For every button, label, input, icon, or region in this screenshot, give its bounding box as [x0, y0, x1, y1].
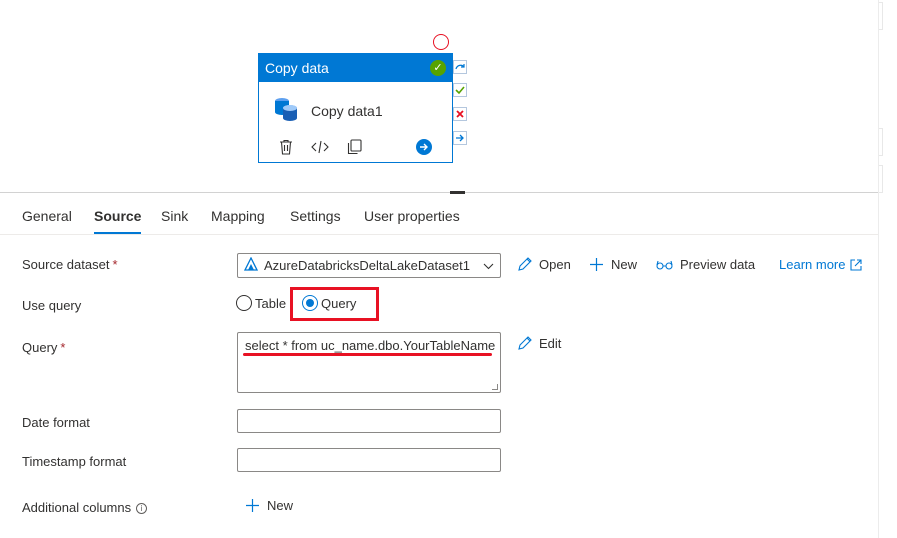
add-column-label: New: [267, 498, 294, 513]
panel-resize-handle[interactable]: [450, 191, 465, 194]
source-dataset-dropdown[interactable]: AzureDatabricksDeltaLakeDataset1: [237, 253, 501, 278]
pipeline-canvas[interactable]: Copy data ✓ Copy data1: [0, 0, 878, 192]
source-dataset-label: Source dataset *: [22, 257, 118, 272]
info-icon[interactable]: i: [136, 503, 148, 514]
additional-columns-label: Additional columns i: [22, 500, 148, 515]
new-dataset-label: New: [611, 257, 638, 272]
new-dataset-button[interactable]: New: [589, 257, 637, 272]
plus-icon: [590, 258, 603, 271]
query-underline-annotation: [243, 353, 492, 356]
preview-data-label: Preview data: [680, 257, 756, 272]
query-text: select * from uc_name.dbo.YourTableName: [245, 338, 496, 353]
query-textarea[interactable]: select * from uc_name.dbo.YourTableName: [237, 332, 501, 393]
activity-name: Copy data1: [311, 102, 383, 119]
success-check-icon: ✓: [430, 60, 446, 76]
clone-icon[interactable]: [343, 138, 365, 156]
annotation-circle: [433, 34, 449, 50]
database-copy-icon: [273, 96, 299, 125]
learn-more-link[interactable]: Learn more: [779, 257, 869, 272]
preview-data-button[interactable]: Preview data: [656, 257, 755, 272]
radio-table-circle: [236, 295, 252, 311]
source-dataset-value: AzureDatabricksDeltaLakeDataset1: [264, 258, 470, 273]
activity-header: Copy data ✓: [259, 54, 452, 82]
pencil-icon: [518, 336, 532, 350]
edit-query-label: Edit: [539, 336, 562, 351]
add-column-button[interactable]: New: [245, 498, 293, 513]
timestamp-format-label: Timestamp format: [22, 454, 127, 469]
completion-port-icon[interactable]: [453, 131, 467, 145]
open-button[interactable]: Open: [517, 257, 571, 272]
tab-user-properties[interactable]: User properties: [364, 208, 460, 224]
glasses-icon: [656, 260, 673, 270]
skip-port-icon[interactable]: [453, 60, 467, 74]
tab-source[interactable]: Source: [94, 208, 142, 234]
edit-query-button[interactable]: Edit: [517, 336, 561, 351]
learn-more-label: Learn more: [779, 257, 846, 272]
databricks-icon: [243, 256, 259, 274]
tab-settings[interactable]: Settings: [290, 208, 341, 224]
activity-type-label: Copy data: [265, 60, 329, 76]
date-format-input[interactable]: [237, 409, 501, 433]
radio-table-label: Table: [255, 295, 287, 311]
right-rail: [878, 0, 897, 538]
code-icon[interactable]: [309, 138, 331, 156]
plus-icon: [246, 499, 259, 512]
radio-table[interactable]: Table: [236, 295, 286, 311]
query-label: Query *: [22, 340, 66, 355]
open-button-label: Open: [539, 257, 571, 272]
tab-mapping[interactable]: Mapping: [211, 208, 265, 224]
output-arrow-icon[interactable]: [416, 139, 432, 155]
use-query-label: Use query: [22, 298, 82, 313]
pencil-icon: [518, 257, 532, 271]
date-format-label: Date format: [22, 415, 90, 430]
timestamp-format-input[interactable]: [237, 448, 501, 472]
chevron-down-icon: [483, 258, 494, 273]
failure-port-icon[interactable]: [453, 107, 467, 121]
success-port-icon[interactable]: [453, 83, 467, 97]
copy-data-activity[interactable]: Copy data ✓ Copy data1: [258, 53, 453, 163]
delete-icon[interactable]: [275, 138, 297, 156]
external-link-icon: [850, 258, 863, 271]
query-option-highlight: [290, 287, 379, 321]
panel-divider: [0, 192, 878, 193]
properties-tabs: General Source Sink Mapping Settings Use…: [0, 199, 878, 235]
tab-sink[interactable]: Sink: [161, 208, 188, 224]
resize-grip[interactable]: [492, 384, 498, 390]
tab-general[interactable]: General: [22, 208, 72, 224]
